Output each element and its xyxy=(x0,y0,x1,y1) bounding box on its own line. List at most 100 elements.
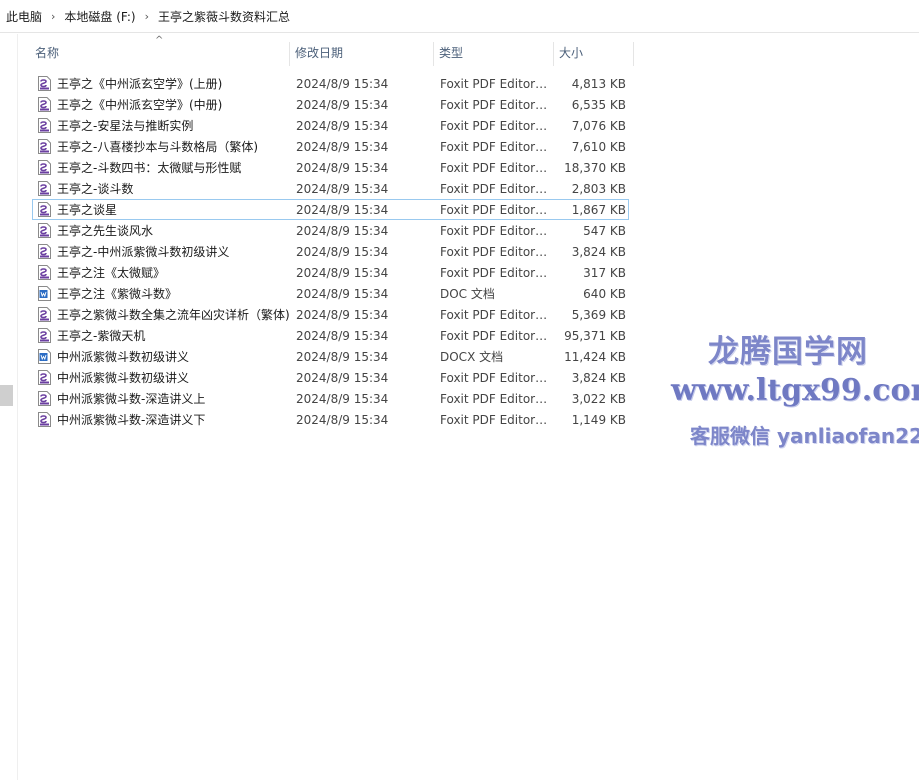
file-type: DOCX 文档 xyxy=(440,350,504,364)
file-size: 3,824 KB xyxy=(571,244,626,259)
file-type: Foxit PDF Editor ... xyxy=(440,181,550,196)
file-row[interactable]: 中州派紫微斗数初级讲义 2024/8/9 15:34 Foxit PDF Edito… xyxy=(32,367,629,388)
file-name: 王亭之《中州派玄空学》(上册) xyxy=(57,77,223,91)
column-header-name[interactable]: 名称 xyxy=(30,42,290,66)
column-header-row: 名称 修改日期 类型 大小 xyxy=(30,42,634,66)
pdf-icon xyxy=(38,118,51,133)
file-type: Foxit PDF Editor ... xyxy=(440,202,550,217)
file-row[interactable]: 王亭之-中州派紫微斗数初级讲义 2024/8/9 15:34 Foxit PDF E… xyxy=(32,241,629,262)
file-size: 11,424 KB xyxy=(564,349,626,364)
file-name: 王亭之-紫微天机 xyxy=(57,329,146,343)
file-size: 1,867 KB xyxy=(571,202,626,217)
file-size: 7,610 KB xyxy=(571,139,626,154)
file-size: 3,022 KB xyxy=(571,391,626,406)
file-modified-date: 2024/8/9 15:34 xyxy=(296,97,389,112)
file-name: 中州派紫微斗数-深造讲义下 xyxy=(57,413,206,427)
chevron-right-icon[interactable]: › xyxy=(51,10,55,23)
file-row[interactable]: 王亭之紫微斗数全集之流年凶灾详析（繁体) 2024/8/9 15:34 Foxit … xyxy=(32,304,629,325)
file-row[interactable]: 王亭之-谈斗数 2024/8/9 15:34 Foxit PDF Editor ..… xyxy=(32,178,629,199)
file-name: 王亭之注《太微赋》 xyxy=(57,266,166,280)
file-modified-date: 2024/8/9 15:34 xyxy=(296,286,389,301)
file-name: 王亭之-斗数四书：太微赋与形性赋 xyxy=(57,161,242,175)
chevron-right-icon[interactable]: › xyxy=(145,10,149,23)
file-name: 王亭之谈星 xyxy=(57,203,118,217)
file-modified-date: 2024/8/9 15:34 xyxy=(296,118,389,133)
column-header-type[interactable]: 类型 xyxy=(434,42,554,66)
pdf-icon xyxy=(38,412,51,427)
file-size: 5,369 KB xyxy=(571,307,626,322)
file-modified-date: 2024/8/9 15:34 xyxy=(296,181,389,196)
pdf-icon xyxy=(38,97,51,112)
file-type: Foxit PDF Editor ... xyxy=(440,160,550,175)
file-modified-date: 2024/8/9 15:34 xyxy=(296,307,389,322)
file-modified-date: 2024/8/9 15:34 xyxy=(296,160,389,175)
navigation-pane-selection[interactable] xyxy=(0,385,13,406)
file-row[interactable]: 中州派紫微斗数-深造讲义下 2024/8/9 15:34 Foxit PDF Edi… xyxy=(32,409,629,430)
breadcrumb-item-drive[interactable]: 本地磁盘 (F:) xyxy=(64,8,135,25)
file-size: 640 KB xyxy=(583,286,626,301)
pdf-icon xyxy=(38,265,51,280)
file-row[interactable]: 王亭之-斗数四书：太微赋与形性赋 2024/8/9 15:34 Foxit PDF … xyxy=(32,157,629,178)
file-type: DOC 文档 xyxy=(440,287,495,301)
file-name: 王亭之-谈斗数 xyxy=(57,182,134,196)
file-type: Foxit PDF Editor ... xyxy=(440,328,550,343)
file-name: 中州派紫微斗数-深造讲义上 xyxy=(57,392,206,406)
file-size: 7,076 KB xyxy=(571,118,626,133)
file-modified-date: 2024/8/9 15:34 xyxy=(296,76,389,91)
file-modified-date: 2024/8/9 15:34 xyxy=(296,328,389,343)
file-row[interactable]: 中州派紫微斗数初级讲义 2024/8/9 15:34 DOCX 文档 11,424 K… xyxy=(32,346,629,367)
file-name: 王亭之-安星法与推断实例 xyxy=(57,119,194,133)
file-size: 3,824 KB xyxy=(571,370,626,385)
file-name: 王亭之《中州派玄空学》(中册) xyxy=(57,98,223,112)
pdf-icon xyxy=(38,223,51,238)
file-modified-date: 2024/8/9 15:34 xyxy=(296,223,389,238)
pdf-icon xyxy=(38,202,51,217)
file-name: 王亭之紫微斗数全集之流年凶灾详析（繁体) xyxy=(57,308,290,322)
pdf-icon xyxy=(38,370,51,385)
file-row[interactable]: 王亭之先生谈风水 2024/8/9 15:34 Foxit PDF Editor .… xyxy=(32,220,629,241)
file-size: 547 KB xyxy=(583,223,626,238)
file-type: Foxit PDF Editor ... xyxy=(440,244,550,259)
file-type: Foxit PDF Editor ... xyxy=(440,265,550,280)
file-row[interactable]: 王亭之注《太微赋》 2024/8/9 15:34 Foxit PDF Editor … xyxy=(32,262,629,283)
file-type: Foxit PDF Editor ... xyxy=(440,391,550,406)
navigation-pane-edge[interactable] xyxy=(0,34,18,780)
file-list: 王亭之《中州派玄空学》(上册) 2024/8/9 15:34 Foxit PDF E… xyxy=(32,73,629,430)
file-size: 4,813 KB xyxy=(571,76,626,91)
breadcrumb-item-this-pc[interactable]: 此电脑 xyxy=(6,8,42,25)
column-header-date[interactable]: 修改日期 xyxy=(290,42,434,66)
file-size: 18,370 KB xyxy=(564,160,626,175)
file-modified-date: 2024/8/9 15:34 xyxy=(296,349,389,364)
file-modified-date: 2024/8/9 15:34 xyxy=(296,412,389,427)
file-row[interactable]: 王亭之-安星法与推断实例 2024/8/9 15:34 Foxit PDF Edit… xyxy=(32,115,629,136)
watermark-site-name: 龙腾国学网 xyxy=(708,334,868,370)
breadcrumb-item-folder[interactable]: 王亭之紫薇斗数资料汇总 xyxy=(158,8,290,25)
file-row[interactable]: 中州派紫微斗数-深造讲义上 2024/8/9 15:34 Foxit PDF Edi… xyxy=(32,388,629,409)
file-row[interactable]: 王亭之-八喜楼抄本与斗数格局（繁体) 2024/8/9 15:34 Foxit PD… xyxy=(32,136,629,157)
file-row[interactable]: 王亭之-紫微天机 2024/8/9 15:34 Foxit PDF Editor .… xyxy=(32,325,629,346)
pdf-icon xyxy=(38,76,51,91)
pdf-icon xyxy=(38,139,51,154)
file-row[interactable]: 王亭之《中州派玄空学》(中册) 2024/8/9 15:34 Foxit PDF E… xyxy=(32,94,629,115)
file-row[interactable]: 王亭之《中州派玄空学》(上册) 2024/8/9 15:34 Foxit PDF E… xyxy=(32,73,629,94)
file-type: Foxit PDF Editor ... xyxy=(440,76,550,91)
file-type: Foxit PDF Editor ... xyxy=(440,370,550,385)
file-name: 王亭之-中州派紫微斗数初级讲义 xyxy=(57,245,230,259)
watermark-contact: 客服微信 yanliaofan225 xyxy=(690,424,919,448)
file-row[interactable]: 王亭之注《紫微斗数》 2024/8/9 15:34 DOC 文档 640 KB xyxy=(32,283,629,304)
file-type: Foxit PDF Editor ... xyxy=(440,139,550,154)
pdf-icon xyxy=(38,328,51,343)
file-modified-date: 2024/8/9 15:34 xyxy=(296,370,389,385)
file-type: Foxit PDF Editor ... xyxy=(440,118,550,133)
file-modified-date: 2024/8/9 15:34 xyxy=(296,391,389,406)
pdf-icon xyxy=(38,181,51,196)
file-modified-date: 2024/8/9 15:34 xyxy=(296,244,389,259)
column-header-size[interactable]: 大小 xyxy=(554,42,634,66)
file-type: Foxit PDF Editor ... xyxy=(440,307,550,322)
file-row[interactable]: 王亭之谈星 2024/8/9 15:34 Foxit PDF Editor ... 1… xyxy=(32,199,629,220)
file-name: 王亭之先生谈风水 xyxy=(57,224,154,238)
file-name: 中州派紫微斗数初级讲义 xyxy=(57,350,190,364)
docx-icon xyxy=(38,349,51,364)
breadcrumb: 此电脑 › 本地磁盘 (F:) › 王亭之紫薇斗数资料汇总 xyxy=(0,0,919,33)
file-name: 王亭之注《紫微斗数》 xyxy=(57,287,178,301)
